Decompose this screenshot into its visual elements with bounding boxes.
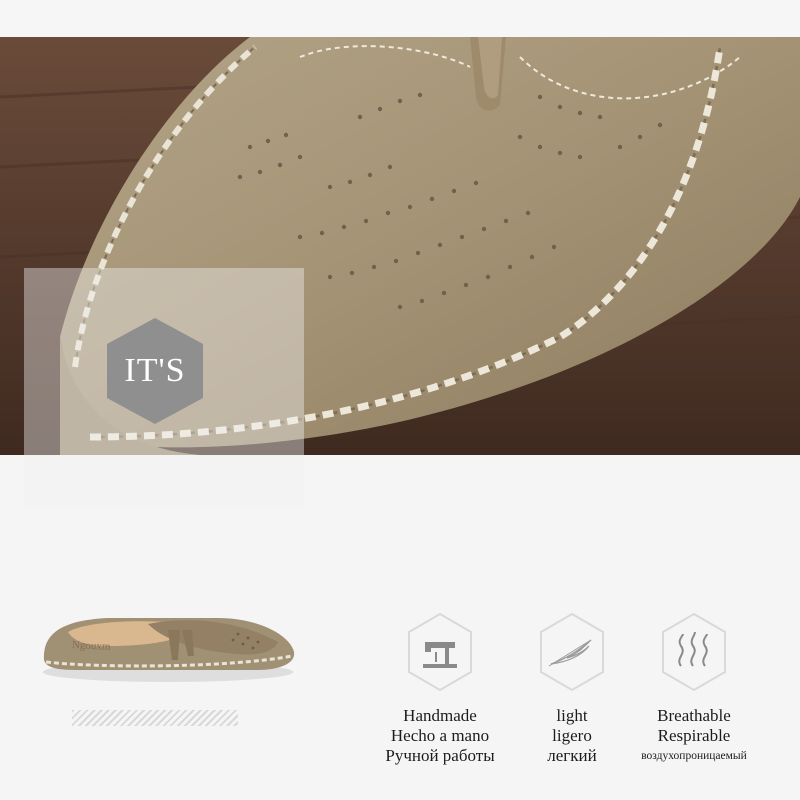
feature-title-es: Respirable	[657, 726, 731, 745]
icon-frame	[537, 612, 607, 692]
sewing-machine-icon	[408, 612, 472, 692]
feature-title-en: Breathable	[657, 706, 731, 725]
brand-label: Ngouxm	[71, 639, 111, 653]
heat-waves-icon	[662, 612, 726, 692]
feather-icon	[540, 612, 604, 692]
icon-frame	[659, 612, 729, 692]
badge-text: IT'S	[124, 352, 186, 389]
feature-title-ru: воздухопроницаемый	[641, 750, 747, 762]
decorative-hatch-bar	[72, 710, 238, 726]
feature-breathable: Breathable Respirable воздухопроницаемый	[614, 612, 774, 766]
its-hexagon-badge: IT'S	[103, 316, 207, 426]
icon-frame	[405, 612, 475, 692]
